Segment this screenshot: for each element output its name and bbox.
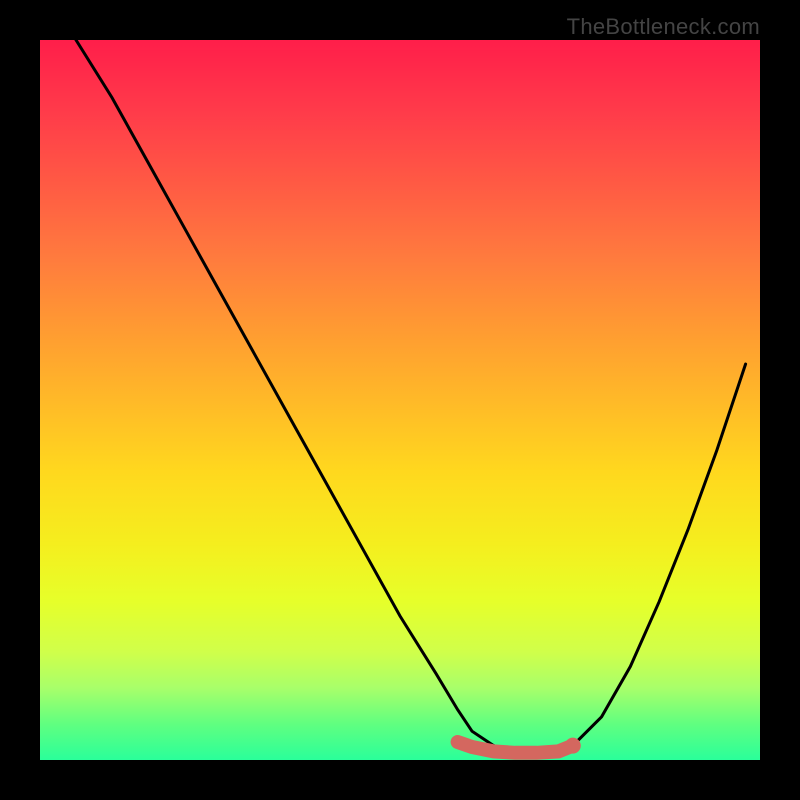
highlight-segment — [458, 742, 573, 753]
curve-line — [76, 40, 746, 753]
watermark-text: TheBottleneck.com — [567, 14, 760, 40]
highlight-end-dot — [565, 738, 581, 754]
chart-svg — [40, 40, 760, 760]
